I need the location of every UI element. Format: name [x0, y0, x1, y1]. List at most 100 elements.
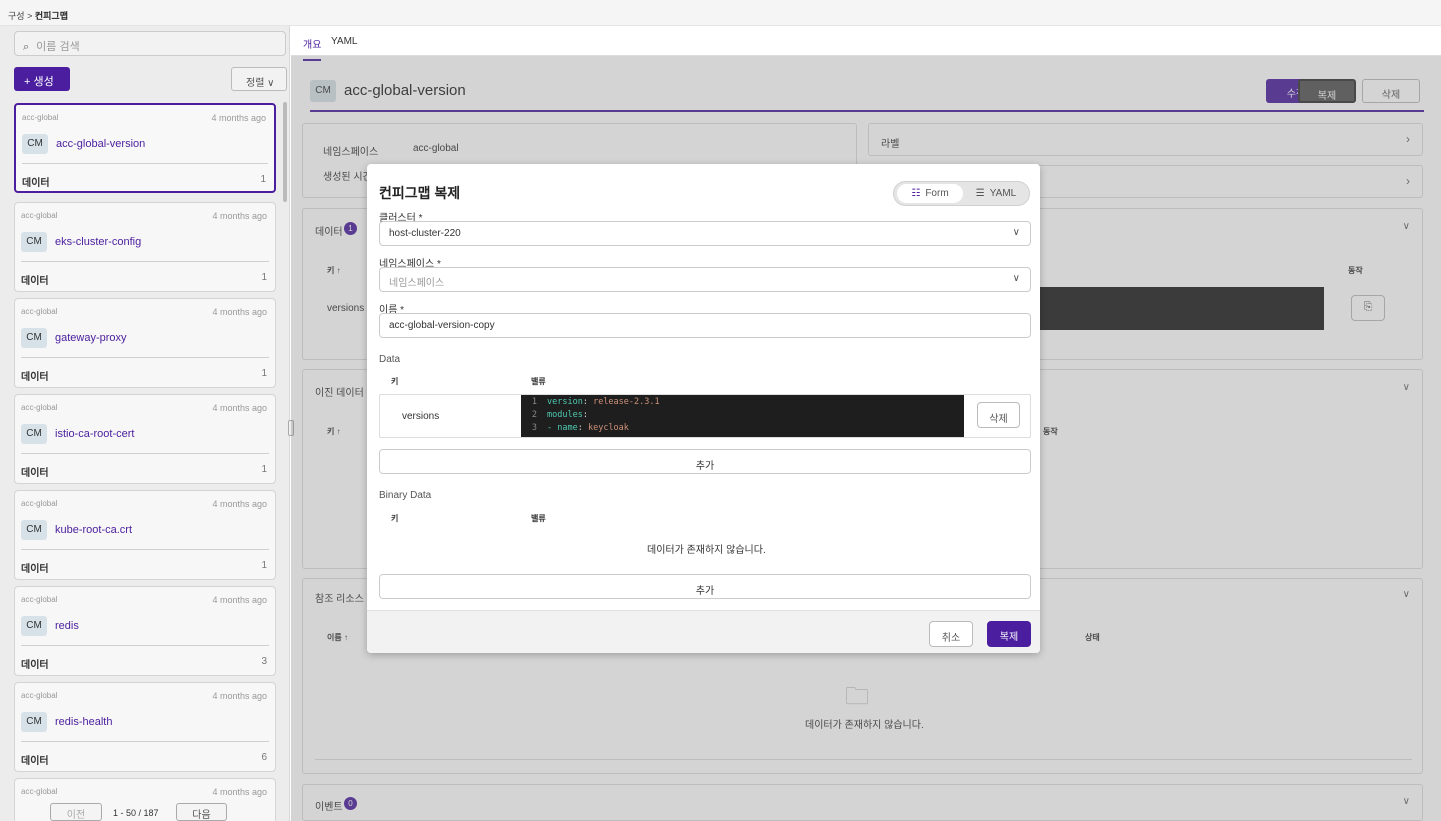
card-name: redis-health [55, 716, 113, 728]
card-age: 4 months ago [211, 113, 266, 123]
data-row: versions 1 version: release-2.3.1 2 module… [379, 394, 1031, 438]
cancel-button[interactable]: 취소 [929, 621, 973, 647]
form-mode-label: Form [925, 188, 949, 199]
key-column-header: 키 [391, 377, 399, 386]
card-namespace: acc-global [21, 691, 58, 700]
card-age: 4 months ago [212, 787, 267, 797]
tab-yaml[interactable]: YAML [331, 36, 358, 47]
key-column-header: 키 [391, 514, 399, 523]
configmap-badge: CM [21, 520, 47, 540]
card-data-count: 1 [261, 560, 267, 571]
card-data-label: 데이터 [21, 468, 49, 479]
list-item[interactable]: acc-global 4 months ago CM redis 데이터 3 [14, 586, 276, 676]
configmap-badge: CM [21, 616, 47, 636]
card-name: istio-ca-root-cert [55, 428, 135, 440]
card-age: 4 months ago [212, 403, 267, 413]
configmap-badge: CM [21, 232, 47, 252]
list-item[interactable]: acc-global 4 months ago CM acc-global-ve… [14, 103, 276, 193]
data-section-title: Data [379, 354, 401, 365]
prev-page-button[interactable]: 이전 [50, 803, 102, 821]
breadcrumb-separator: > [27, 11, 33, 21]
name-input[interactable]: acc-global-version-copy [379, 313, 1031, 338]
divider [21, 261, 269, 262]
line-number: 3 [531, 423, 537, 433]
sort-button[interactable]: 정렬 ∨ [231, 67, 287, 91]
search-placeholder: 이름 검색 [36, 41, 80, 53]
breadcrumb: 구성 > 컨피그맵 [0, 0, 1441, 26]
pagination: 이전 1 - 50 / 187 다음 [0, 801, 290, 821]
configmap-badge: CM [21, 712, 47, 732]
code-punct: : [582, 410, 588, 420]
binary-empty-message: 데이터가 존재하지 않습니다. [647, 545, 766, 556]
breadcrumb-parent[interactable]: 구성 [8, 11, 25, 21]
yaml-mode-label: YAML [989, 188, 1017, 199]
detail-tabs: 개요 YAML [291, 27, 1441, 61]
card-namespace: acc-global [21, 595, 58, 604]
page-range: 1 - 50 / 187 [113, 808, 159, 818]
card-data-count: 1 [260, 174, 266, 185]
card-namespace: acc-global [22, 113, 59, 122]
card-namespace: acc-global [21, 403, 58, 412]
list-item[interactable]: acc-global 4 months ago CM redis-health … [14, 682, 276, 772]
modal-title: 컨피그맵 복제 [379, 185, 461, 201]
form-mode-button[interactable]: ☷ Form [897, 184, 963, 203]
card-data-label: 데이터 [21, 276, 49, 287]
configmap-badge: CM [21, 424, 47, 444]
value-code-editor[interactable]: 1 version: release-2.3.1 2 modules: 3 - nam… [521, 395, 964, 437]
modal-footer: 취소 복제 [367, 610, 1040, 653]
card-data-count: 1 [261, 368, 267, 379]
value-column-header: 밸류 [531, 514, 546, 523]
code-value: keycloak [587, 423, 629, 433]
add-data-button[interactable]: 추가 [379, 449, 1031, 474]
binary-data-section-title: Binary Data [379, 490, 432, 501]
card-data-count: 3 [261, 656, 267, 667]
card-age: 4 months ago [212, 211, 267, 221]
divider [21, 741, 269, 742]
code-punct: : [577, 423, 588, 433]
create-button[interactable]: + 생성 [14, 67, 70, 91]
clone-configmap-modal: 컨피그맵 복제 ☷ Form ☰ YAML 클러스터 * host-cluster-… [367, 164, 1040, 653]
card-name: redis [55, 620, 79, 632]
namespace-placeholder: 네임스페이스 [389, 278, 445, 289]
card-data-label: 데이터 [21, 372, 49, 383]
card-data-label: 데이터 [21, 756, 49, 767]
list-item[interactable]: acc-global 4 months ago CM istio-ca-root… [14, 394, 276, 484]
card-namespace: acc-global [21, 787, 58, 796]
list-item[interactable]: acc-global 4 months ago CM eks-cluster-c… [14, 202, 276, 292]
divider [21, 645, 269, 646]
list-item[interactable]: acc-global 4 months ago CM kube-root-ca.… [14, 490, 276, 580]
card-data-label: 데이터 [22, 178, 50, 189]
search-icon: ⌕ [23, 41, 30, 53]
submit-clone-button[interactable]: 복제 [987, 621, 1031, 647]
grid-icon: ☷ [911, 188, 921, 199]
card-data-count: 6 [261, 752, 267, 763]
code-key: modules [547, 410, 583, 420]
card-namespace: acc-global [21, 499, 58, 508]
configmap-badge: CM [22, 134, 48, 154]
divider [22, 163, 268, 164]
data-key[interactable]: versions [402, 411, 439, 422]
code-key: version [547, 397, 583, 407]
card-age: 4 months ago [212, 499, 267, 509]
namespace-select[interactable]: 네임스페이스 ∨ [379, 267, 1031, 292]
list-item[interactable]: acc-global 4 months ago CM gateway-proxy… [14, 298, 276, 388]
name-value: acc-global-version-copy [389, 320, 495, 331]
code-key: - name [547, 423, 578, 433]
value-column-header: 밸류 [531, 377, 546, 386]
cluster-value: host-cluster-220 [389, 228, 461, 239]
cluster-select[interactable]: host-cluster-220 ∨ [379, 221, 1031, 246]
configmap-badge: CM [21, 328, 47, 348]
list-scrollbar[interactable] [283, 102, 287, 202]
search-input[interactable]: ⌕ 이름 검색 [14, 31, 286, 56]
card-data-count: 1 [261, 464, 267, 475]
chevron-down-icon: ∨ [1012, 227, 1020, 238]
chevron-down-icon: ∨ [1012, 273, 1020, 284]
delete-row-button[interactable]: 삭제 [977, 402, 1020, 428]
yaml-mode-button[interactable]: ☰ YAML [966, 184, 1026, 203]
divider [21, 357, 269, 358]
card-name: acc-global-version [56, 138, 146, 150]
add-binary-data-button[interactable]: 추가 [379, 574, 1031, 599]
divider [21, 549, 269, 550]
next-page-button[interactable]: 다음 [176, 803, 227, 821]
card-age: 4 months ago [212, 307, 267, 317]
